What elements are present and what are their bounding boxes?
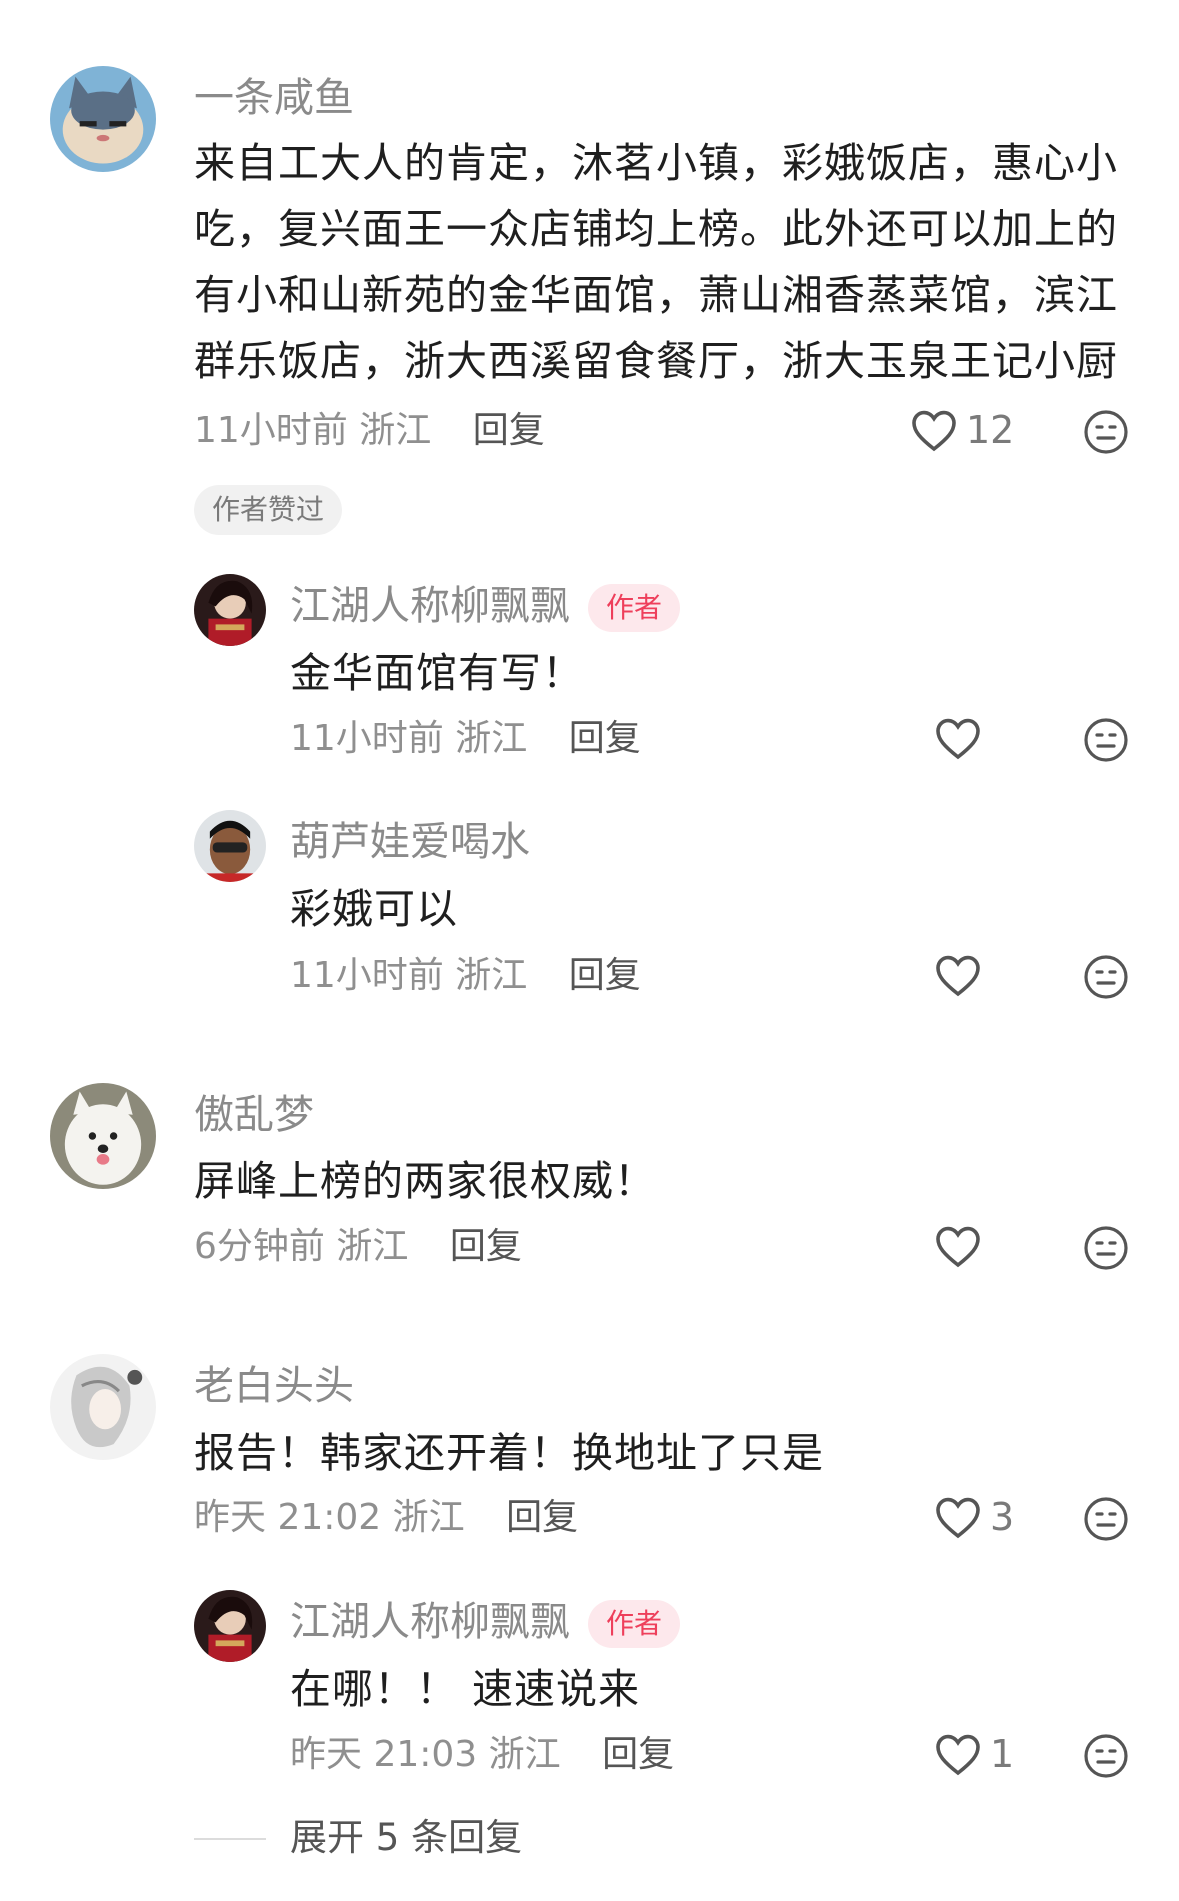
- comment-location: 浙江: [392, 1497, 465, 1538]
- heart-icon: [936, 955, 980, 997]
- reply-text: 彩娥可以: [290, 885, 458, 933]
- comment-text-line: 有小和山新苑的金华面馆，萧山湘香蒸菜馆，滨江: [194, 271, 1118, 319]
- avatar[interactable]: [194, 1590, 266, 1662]
- author-badge: 作者: [588, 584, 681, 632]
- comment-username[interactable]: 老白头头: [194, 1362, 354, 1410]
- comment-text: 屏峰上榜的两家很权威！: [194, 1157, 656, 1205]
- expand-replies-button[interactable]: 展开 5 条回复: [290, 1816, 522, 1860]
- reply-button[interactable]: 回复: [506, 1497, 578, 1538]
- reply-username[interactable]: 江湖人称柳飘飘 作者: [290, 582, 681, 632]
- expressionless-face-icon[interactable]: [1082, 1495, 1130, 1543]
- reply-button[interactable]: 回复: [602, 1734, 674, 1775]
- reply-username[interactable]: 江湖人称柳飘飘 作者: [290, 1598, 681, 1648]
- heart-icon: [912, 410, 956, 452]
- expressionless-face-icon[interactable]: [1082, 716, 1130, 764]
- reply-location: 浙江: [455, 955, 528, 996]
- like-button[interactable]: 12: [910, 408, 1014, 452]
- comment-location: 浙江: [336, 1226, 409, 1267]
- reply-meta: 11小时前 浙江 回复: [290, 954, 641, 998]
- reply-username-text[interactable]: 江湖人称柳飘飘: [290, 1599, 570, 1645]
- comment-time: 6分钟前: [194, 1226, 325, 1267]
- reply-username[interactable]: 葫芦娃爱喝水: [290, 818, 530, 866]
- like-count: 12: [966, 408, 1015, 452]
- expressionless-face-icon[interactable]: [1082, 1224, 1130, 1272]
- comment-meta: 11小时前 浙江 回复: [194, 409, 545, 453]
- comment-text: 报告！韩家还开着！换地址了只是: [194, 1429, 824, 1477]
- reply-location: 浙江: [488, 1734, 561, 1775]
- expressionless-face-icon[interactable]: [1082, 953, 1130, 1001]
- reply-button[interactable]: 回复: [569, 718, 641, 759]
- heart-icon: [936, 1497, 980, 1539]
- reply-button[interactable]: 回复: [450, 1226, 522, 1267]
- expressionless-face-icon[interactable]: [1082, 408, 1130, 456]
- reply-username-text[interactable]: 江湖人称柳飘飘: [290, 583, 570, 629]
- heart-icon: [936, 718, 980, 760]
- comment-username[interactable]: 傲乱梦: [194, 1091, 314, 1139]
- comment-text-line: 群乐饭店，浙大西溪留食餐厅，浙大玉泉王记小厨: [194, 337, 1118, 385]
- avatar[interactable]: [50, 1354, 156, 1460]
- like-button[interactable]: 1: [934, 1732, 1014, 1776]
- expressionless-face-icon[interactable]: [1082, 1732, 1130, 1780]
- avatar[interactable]: [50, 66, 156, 172]
- avatar[interactable]: [194, 574, 266, 646]
- heart-icon: [936, 1734, 980, 1776]
- reply-meta: 11小时前 浙江 回复: [290, 717, 641, 761]
- like-count: 3: [990, 1495, 1015, 1539]
- comment-meta: 6分钟前 浙江 回复: [194, 1225, 522, 1269]
- comment-text-line: 吃，复兴面王一众店铺均上榜。此外还可以加上的: [194, 205, 1118, 253]
- reply-button[interactable]: 回复: [569, 955, 641, 996]
- like-button[interactable]: [934, 716, 982, 760]
- comment-time: 11小时前: [194, 410, 348, 451]
- reply-location: 浙江: [455, 718, 528, 759]
- comment-username[interactable]: 一条咸鱼: [194, 74, 354, 122]
- author-badge: 作者: [588, 1600, 681, 1648]
- like-count: 1: [990, 1732, 1015, 1776]
- reply-time: 昨天 21:03: [290, 1734, 478, 1775]
- comment-meta: 昨天 21:02 浙江 回复: [194, 1496, 578, 1540]
- avatar[interactable]: [50, 1083, 156, 1189]
- avatar[interactable]: [194, 810, 266, 882]
- heart-icon: [936, 1226, 980, 1268]
- comment-text-line: 来自工大人的肯定，沐茗小镇，彩娥饭店，惠心小: [194, 139, 1118, 187]
- comment-time: 昨天 21:02: [194, 1497, 382, 1538]
- comment-text: 来自工大人的肯定，沐茗小镇，彩娥饭店，惠心小 吃，复兴面王一众店铺均上榜。此外还…: [194, 130, 1118, 394]
- author-liked-badge: 作者赞过: [194, 485, 343, 535]
- reply-meta: 昨天 21:03 浙江 回复: [290, 1733, 674, 1777]
- like-button[interactable]: 3: [934, 1495, 1014, 1539]
- reply-time: 11小时前: [290, 718, 444, 759]
- like-button[interactable]: [934, 1224, 982, 1268]
- like-button[interactable]: [934, 953, 982, 997]
- comment-location: 浙江: [359, 410, 432, 451]
- reply-text: 金华面馆有写！: [290, 649, 584, 697]
- reply-text: 在哪！！ 速速说来: [290, 1665, 641, 1713]
- divider: [194, 1838, 266, 1840]
- reply-time: 11小时前: [290, 955, 444, 996]
- reply-button[interactable]: 回复: [473, 410, 545, 451]
